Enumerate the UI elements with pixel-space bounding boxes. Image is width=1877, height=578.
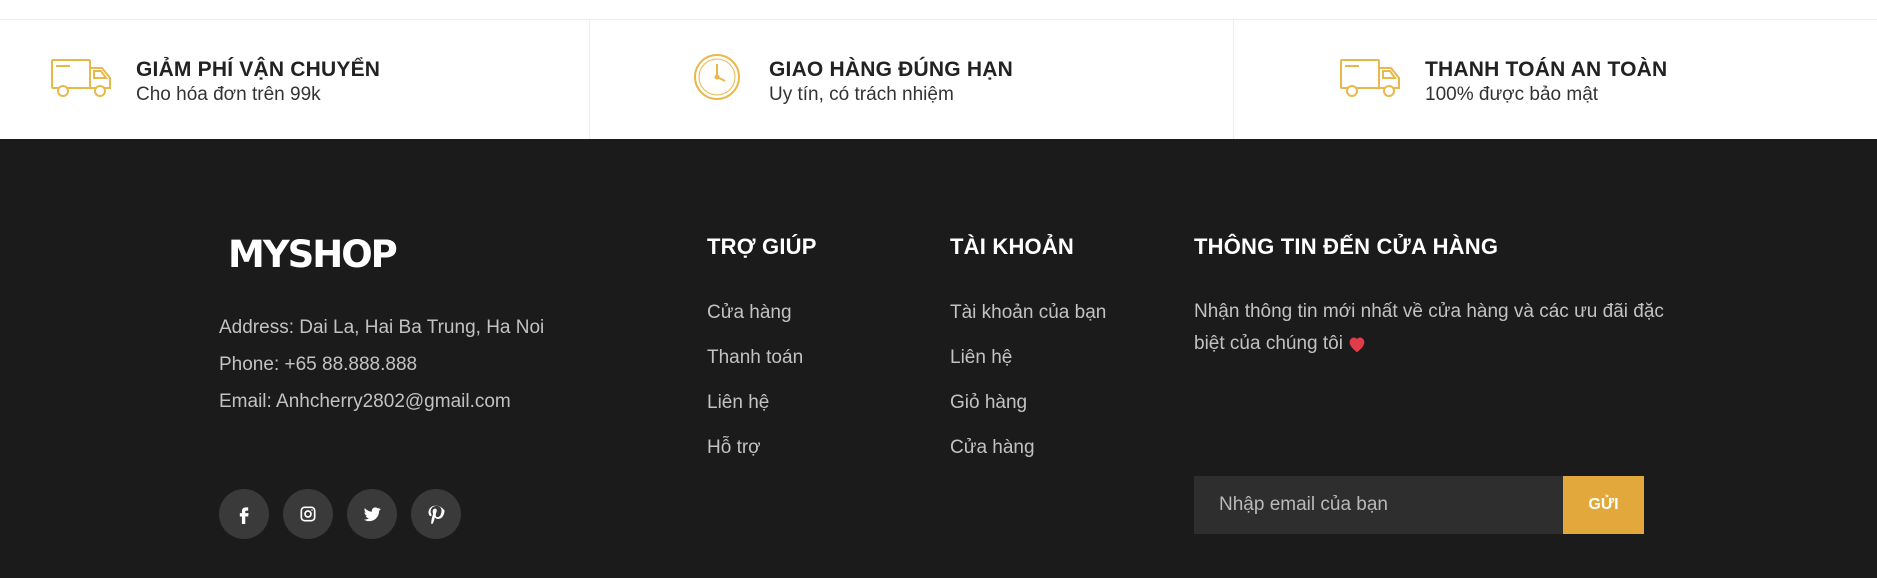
newsletter-form: GỬI <box>1194 476 1644 534</box>
help-title: TRỢ GIÚP <box>707 234 817 259</box>
account-link[interactable]: Giỏ hàng <box>950 392 1106 437</box>
newsletter-description-text: Nhận thông tin mới nhất về cửa hàng và c… <box>1194 301 1664 354</box>
feature-subtitle: Uy tín, có trách nhiệm <box>769 84 954 105</box>
facebook-icon <box>239 507 249 524</box>
site-footer: MYSHOP Address: Dai La, Hai Ba Trung, Ha… <box>0 139 1877 578</box>
brand-logo[interactable]: MYSHOP <box>228 233 398 276</box>
features-bar: GIẢM PHÍ VẬN CHUYỂN Cho hóa đơn trên 99k… <box>0 20 1877 139</box>
feature-title: THANH TOÁN AN TOÀN <box>1425 58 1668 81</box>
help-link[interactable]: Cửa hàng <box>707 302 817 347</box>
facebook-button[interactable] <box>219 489 269 539</box>
help-column: TRỢ GIÚP Cửa hàng Thanh toán Liên hệ Hỗ … <box>707 234 817 482</box>
twitter-button[interactable] <box>347 489 397 539</box>
feature-subtitle: Cho hóa đơn trên 99k <box>136 84 321 105</box>
feature-title: GIẢM PHÍ VẬN CHUYỂN <box>136 58 381 81</box>
help-link[interactable]: Liên hệ <box>707 392 817 437</box>
email-input[interactable] <box>1194 476 1563 534</box>
pinterest-button[interactable] <box>411 489 461 539</box>
clock-icon <box>694 54 740 100</box>
account-link[interactable]: Tài khoản của bạn <box>950 302 1106 347</box>
account-column: TÀI KHOẢN Tài khoản của bạn Liên hệ Giỏ … <box>950 234 1106 482</box>
truck-icon <box>51 59 111 97</box>
feature-shipping: GIẢM PHÍ VẬN CHUYỂN Cho hóa đơn trên 99k <box>0 20 590 139</box>
help-link[interactable]: Hỗ trợ <box>707 437 817 482</box>
address-text: Address: Dai La, Hai Ba Trung, Ha Noi <box>219 317 545 338</box>
subscribe-button[interactable]: GỬI <box>1563 476 1644 534</box>
twitter-icon <box>363 507 381 522</box>
instagram-button[interactable] <box>283 489 333 539</box>
truck-icon <box>1340 59 1400 97</box>
feature-title: GIAO HÀNG ĐÚNG HẠN <box>769 58 1013 81</box>
feature-secure-payment: THANH TOÁN AN TOÀN 100% được bảo mật <box>1234 20 1877 139</box>
account-title: TÀI KHOẢN <box>950 234 1075 259</box>
contact-info: Address: Dai La, Hai Ba Trung, Ha Noi Ph… <box>219 309 564 420</box>
account-link[interactable]: Liên hệ <box>950 347 1106 392</box>
feature-ontime: GIAO HÀNG ĐÚNG HẠN Uy tín, có trách nhiệ… <box>590 20 1234 139</box>
account-link[interactable]: Cửa hàng <box>950 437 1106 482</box>
newsletter-description: Nhận thông tin mới nhất về cửa hàng và c… <box>1194 296 1664 360</box>
newsletter-column: THÔNG TIN ĐẾN CỬA HÀNG Nhận thông tin mớ… <box>1194 234 1664 534</box>
instagram-icon <box>300 506 316 522</box>
email-text: Email: Anhcherry2802@gmail.com <box>219 391 511 412</box>
pinterest-icon <box>428 505 445 524</box>
feature-subtitle: 100% được bảo mật <box>1425 84 1599 105</box>
heart-icon <box>1349 337 1365 353</box>
phone-text: Phone: +65 88.888.888 <box>219 354 418 375</box>
help-link[interactable]: Thanh toán <box>707 347 817 392</box>
newsletter-title: THÔNG TIN ĐẾN CỬA HÀNG <box>1194 234 1499 259</box>
